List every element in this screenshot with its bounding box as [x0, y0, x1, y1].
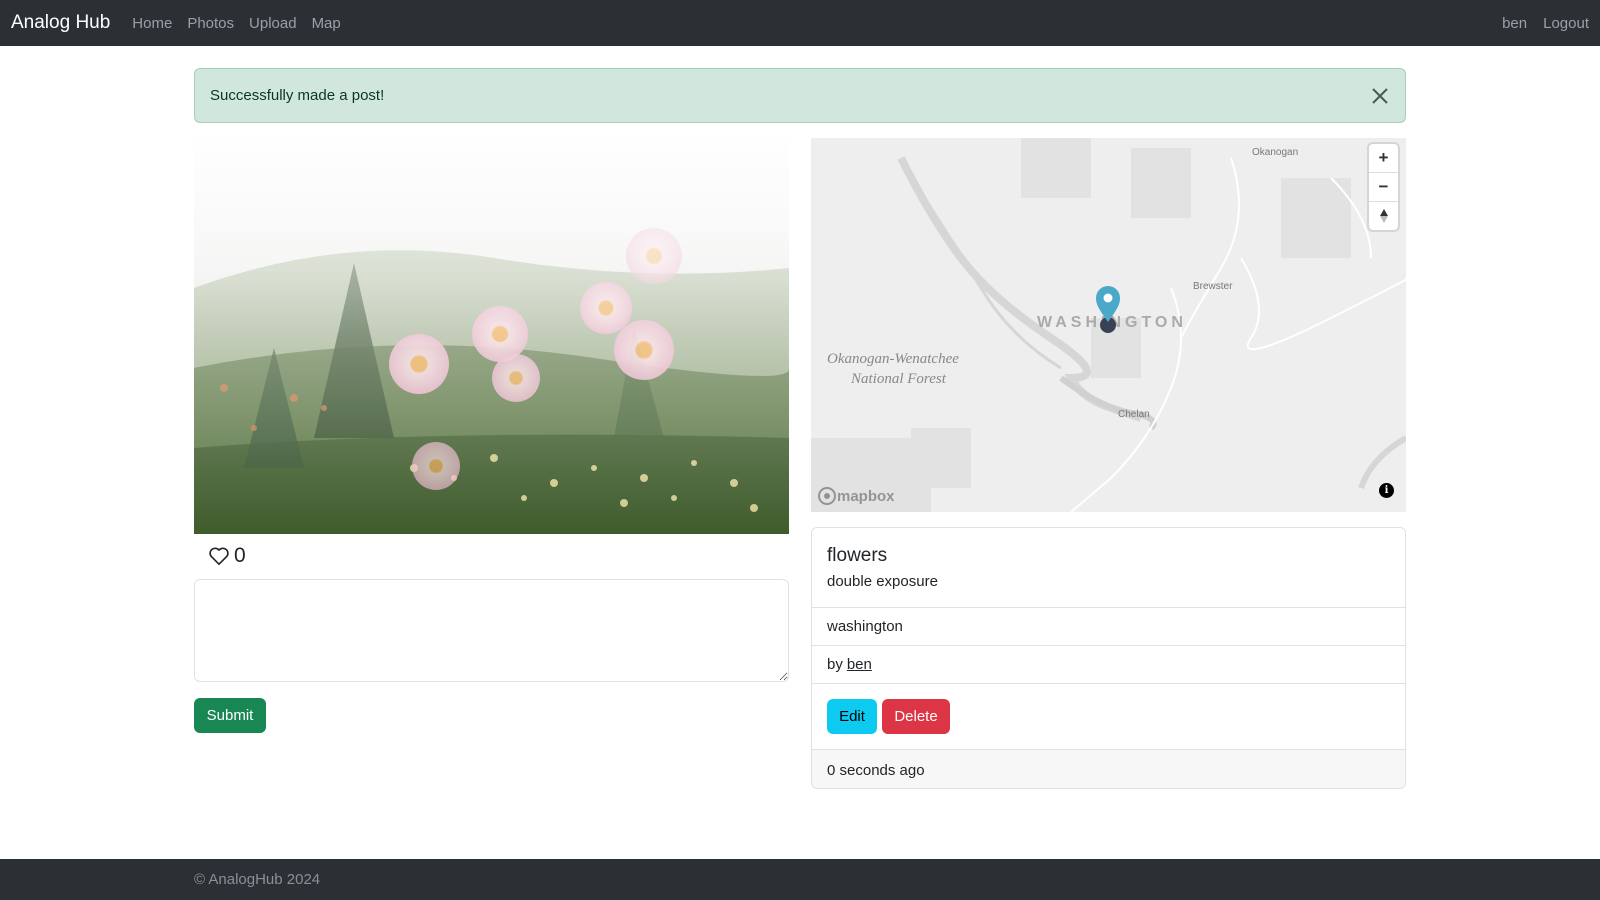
edit-button[interactable]: Edit	[827, 699, 877, 734]
map-canvas: Okanogan Brewster WASHINGTON Okanogan-We…	[811, 138, 1406, 512]
post-location: washington	[812, 607, 1405, 645]
nav-photos-link[interactable]: Photos	[187, 15, 234, 32]
comment-textarea[interactable]	[194, 579, 789, 682]
map-label-forest-line1: Okanogan-Wenatchee	[827, 351, 959, 367]
map-label-chelan: Chelan	[1118, 409, 1150, 420]
nav-right: ben Logout	[1486, 15, 1589, 32]
flowers-image	[194, 138, 789, 534]
post-timestamp: 0 seconds ago	[812, 749, 1405, 788]
nav-logout-link[interactable]: Logout	[1543, 15, 1589, 32]
post-title: flowers	[827, 545, 888, 566]
nav-upload-link[interactable]: Upload	[249, 15, 297, 32]
post-card: flowers double exposure washington by be…	[811, 527, 1406, 789]
close-icon[interactable]	[1369, 85, 1391, 107]
zoom-out-button[interactable]: −	[1369, 173, 1398, 202]
nav-map-link[interactable]: Map	[312, 15, 341, 32]
map-label-forest-line2: National Forest	[850, 371, 947, 387]
mapbox-logo[interactable]: mapbox	[817, 486, 895, 506]
map-label-brewster: Brewster	[1193, 281, 1233, 292]
brand-link[interactable]: Analog Hub	[11, 12, 110, 34]
map-label-okanogan: Okanogan	[1252, 147, 1298, 158]
compass-button[interactable]	[1369, 202, 1398, 230]
nav-home-link[interactable]: Home	[132, 15, 172, 32]
post-author-row: by ben	[812, 645, 1405, 683]
mapbox-icon	[818, 487, 836, 505]
info-icon[interactable]: i	[1379, 483, 1394, 498]
mapbox-wordmark: mapbox	[837, 487, 895, 505]
post-actions: Edit Delete	[812, 683, 1405, 749]
page-footer: © AnalogHub 2024	[0, 859, 1600, 900]
heart-icon[interactable]	[208, 546, 230, 566]
post-description: double exposure	[827, 573, 938, 590]
location-map[interactable]: Okanogan Brewster WASHINGTON Okanogan-We…	[811, 138, 1406, 512]
footer-text: © AnalogHub 2024	[194, 871, 321, 888]
author-link[interactable]: ben	[847, 656, 872, 673]
navbar: Analog Hub Home Photos Upload Map ben Lo…	[0, 0, 1600, 46]
post-photo	[194, 138, 789, 534]
success-alert: Successfully made a post!	[194, 68, 1406, 123]
like-row: 0	[208, 544, 246, 568]
like-count: 0	[234, 544, 246, 567]
nav-user-link[interactable]: ben	[1502, 15, 1527, 32]
submit-button[interactable]: Submit	[194, 698, 266, 733]
compass-icon	[1379, 209, 1388, 223]
zoom-in-button[interactable]: +	[1369, 144, 1398, 173]
map-controls: + −	[1369, 144, 1398, 230]
alert-message: Successfully made a post!	[210, 87, 385, 104]
author-prefix: by	[827, 656, 843, 673]
delete-button[interactable]: Delete	[882, 699, 950, 734]
